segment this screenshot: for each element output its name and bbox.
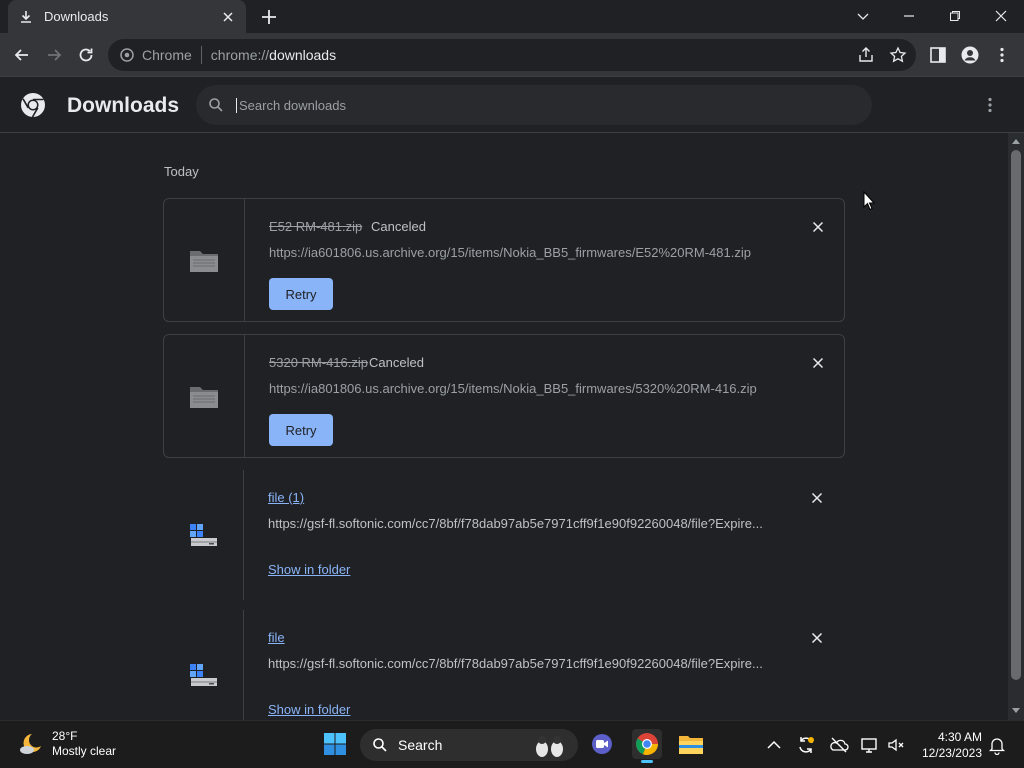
file-name: E52 RM-481.zip bbox=[269, 219, 363, 234]
file-icon-cell bbox=[164, 335, 245, 457]
minimize-icon[interactable] bbox=[899, 6, 919, 26]
title-bar: Downloads bbox=[0, 0, 1024, 33]
new-tab-icon[interactable] bbox=[260, 8, 278, 26]
show-in-folder-link[interactable]: Show in folder bbox=[268, 562, 350, 577]
zip-folder-icon bbox=[190, 251, 218, 272]
taskbar-search-label: Search bbox=[398, 737, 443, 753]
file-url: https://gsf-fl.softonic.com/cc7/8bf/f78d… bbox=[268, 656, 763, 671]
chrome-logo-icon bbox=[21, 93, 45, 118]
onedrive-icon[interactable] bbox=[829, 735, 849, 755]
url-scheme: chrome:// bbox=[210, 47, 270, 63]
download-item: 5320 RM-416.zip Canceled https://ia80180… bbox=[163, 334, 845, 458]
file-icon-cell bbox=[164, 199, 245, 321]
search-input[interactable] bbox=[236, 97, 836, 113]
file-url: https://gsf-fl.softonic.com/cc7/8bf/f78d… bbox=[268, 516, 763, 531]
weather-widget[interactable]: 28°F Mostly clear bbox=[18, 729, 116, 759]
weather-temperature: 28°F bbox=[52, 729, 78, 743]
site-label: Chrome bbox=[142, 47, 192, 63]
taskbar-search[interactable]: Search bbox=[360, 729, 578, 761]
forward-icon[interactable] bbox=[44, 45, 64, 65]
file-explorer-button[interactable] bbox=[676, 729, 706, 759]
page-title: Downloads bbox=[67, 94, 180, 117]
omnibox-divider bbox=[200, 46, 202, 64]
page-scrollbar[interactable] bbox=[1008, 133, 1024, 720]
notification-bell-icon[interactable] bbox=[987, 735, 1007, 755]
installer-icon bbox=[190, 664, 217, 686]
tab-search-icon[interactable] bbox=[853, 6, 873, 26]
meet-app-button[interactable] bbox=[587, 729, 617, 759]
download-icon bbox=[21, 10, 31, 23]
file-name-link[interactable]: file bbox=[268, 630, 285, 645]
search-box[interactable] bbox=[196, 85, 872, 125]
profile-icon[interactable] bbox=[961, 46, 979, 64]
installer-icon bbox=[190, 524, 217, 546]
tab-downloads[interactable]: Downloads bbox=[8, 0, 246, 33]
share-icon[interactable] bbox=[857, 46, 875, 64]
side-panel-icon[interactable] bbox=[929, 46, 947, 64]
windows-logo-icon bbox=[324, 733, 346, 755]
chrome-menu-icon[interactable] bbox=[993, 46, 1011, 64]
file-url: https://ia801806.us.archive.org/15/items… bbox=[269, 381, 757, 396]
volume-muted-icon[interactable] bbox=[886, 735, 906, 755]
tab-title: Downloads bbox=[44, 9, 109, 24]
moon-cloud-icon bbox=[20, 734, 41, 754]
downloads-header: Downloads bbox=[0, 78, 1024, 133]
clock-time: 4:30 AM bbox=[937, 730, 982, 744]
download-item: E52 RM-481.zip Canceled https://ia601806… bbox=[163, 198, 845, 322]
remove-item-icon[interactable] bbox=[809, 490, 825, 506]
back-icon[interactable] bbox=[12, 45, 32, 65]
clock-date: 12/23/2023 bbox=[921, 746, 982, 760]
zip-folder-icon bbox=[190, 387, 218, 408]
download-item: file (1) https://gsf-fl.softonic.com/cc7… bbox=[163, 470, 845, 600]
mouse-cursor-icon bbox=[863, 191, 875, 211]
retry-button[interactable]: Retry bbox=[269, 414, 333, 446]
close-tab-icon[interactable] bbox=[220, 9, 236, 25]
download-item: file https://gsf-fl.softonic.com/cc7/8bf… bbox=[163, 610, 845, 720]
download-status: Canceled bbox=[369, 355, 424, 370]
file-url: https://ia601806.us.archive.org/15/items… bbox=[269, 245, 751, 260]
file-name-link[interactable]: file (1) bbox=[268, 490, 304, 505]
retry-button[interactable]: Retry bbox=[269, 278, 333, 310]
search-highlight-icon bbox=[536, 736, 563, 757]
chrome-site-icon bbox=[120, 48, 134, 62]
date-section-label: Today bbox=[164, 164, 199, 179]
scroll-down-icon[interactable] bbox=[1012, 708, 1020, 714]
file-icon-cell bbox=[163, 470, 244, 600]
download-status: Canceled bbox=[371, 219, 426, 234]
remove-item-icon[interactable] bbox=[810, 355, 826, 371]
remove-item-icon[interactable] bbox=[809, 630, 825, 646]
file-icon-cell bbox=[163, 610, 244, 720]
scroll-up-icon[interactable] bbox=[1012, 138, 1020, 144]
search-icon bbox=[209, 98, 223, 112]
address-bar[interactable]: Chrome chrome://downloads bbox=[108, 39, 916, 71]
active-app-indicator bbox=[641, 760, 653, 763]
bookmark-star-icon[interactable] bbox=[889, 46, 907, 64]
scroll-thumb[interactable] bbox=[1011, 150, 1021, 680]
system-clock[interactable]: 4:30 AM 12/23/2023 bbox=[910, 729, 982, 761]
close-window-icon[interactable] bbox=[991, 6, 1011, 26]
url-host: downloads bbox=[269, 47, 337, 63]
remove-item-icon[interactable] bbox=[810, 219, 826, 235]
downloads-list: Today E52 RM-481.zip Canceled https://ia… bbox=[0, 133, 1008, 720]
weather-description: Mostly clear bbox=[52, 744, 117, 758]
show-in-folder-link[interactable]: Show in folder bbox=[268, 702, 350, 717]
folder-icon bbox=[679, 736, 703, 754]
chrome-taskbar-button[interactable] bbox=[632, 729, 662, 763]
reload-icon[interactable] bbox=[76, 45, 96, 65]
windows-taskbar: 28°F Mostly clear Search 4:30 AM 12/23/2… bbox=[0, 720, 1024, 768]
file-name: 5320 RM-416.zip bbox=[269, 355, 368, 370]
search-icon bbox=[373, 738, 387, 752]
network-icon[interactable] bbox=[860, 735, 880, 755]
more-actions-icon[interactable] bbox=[980, 95, 1000, 115]
video-camera-icon bbox=[592, 734, 612, 754]
show-hidden-icons-icon[interactable] bbox=[764, 735, 784, 755]
start-button[interactable] bbox=[320, 729, 350, 759]
restore-icon[interactable] bbox=[945, 6, 965, 26]
browser-toolbar: Chrome chrome://downloads bbox=[0, 33, 1024, 77]
sync-icon[interactable] bbox=[796, 735, 816, 755]
chrome-icon bbox=[636, 733, 658, 755]
